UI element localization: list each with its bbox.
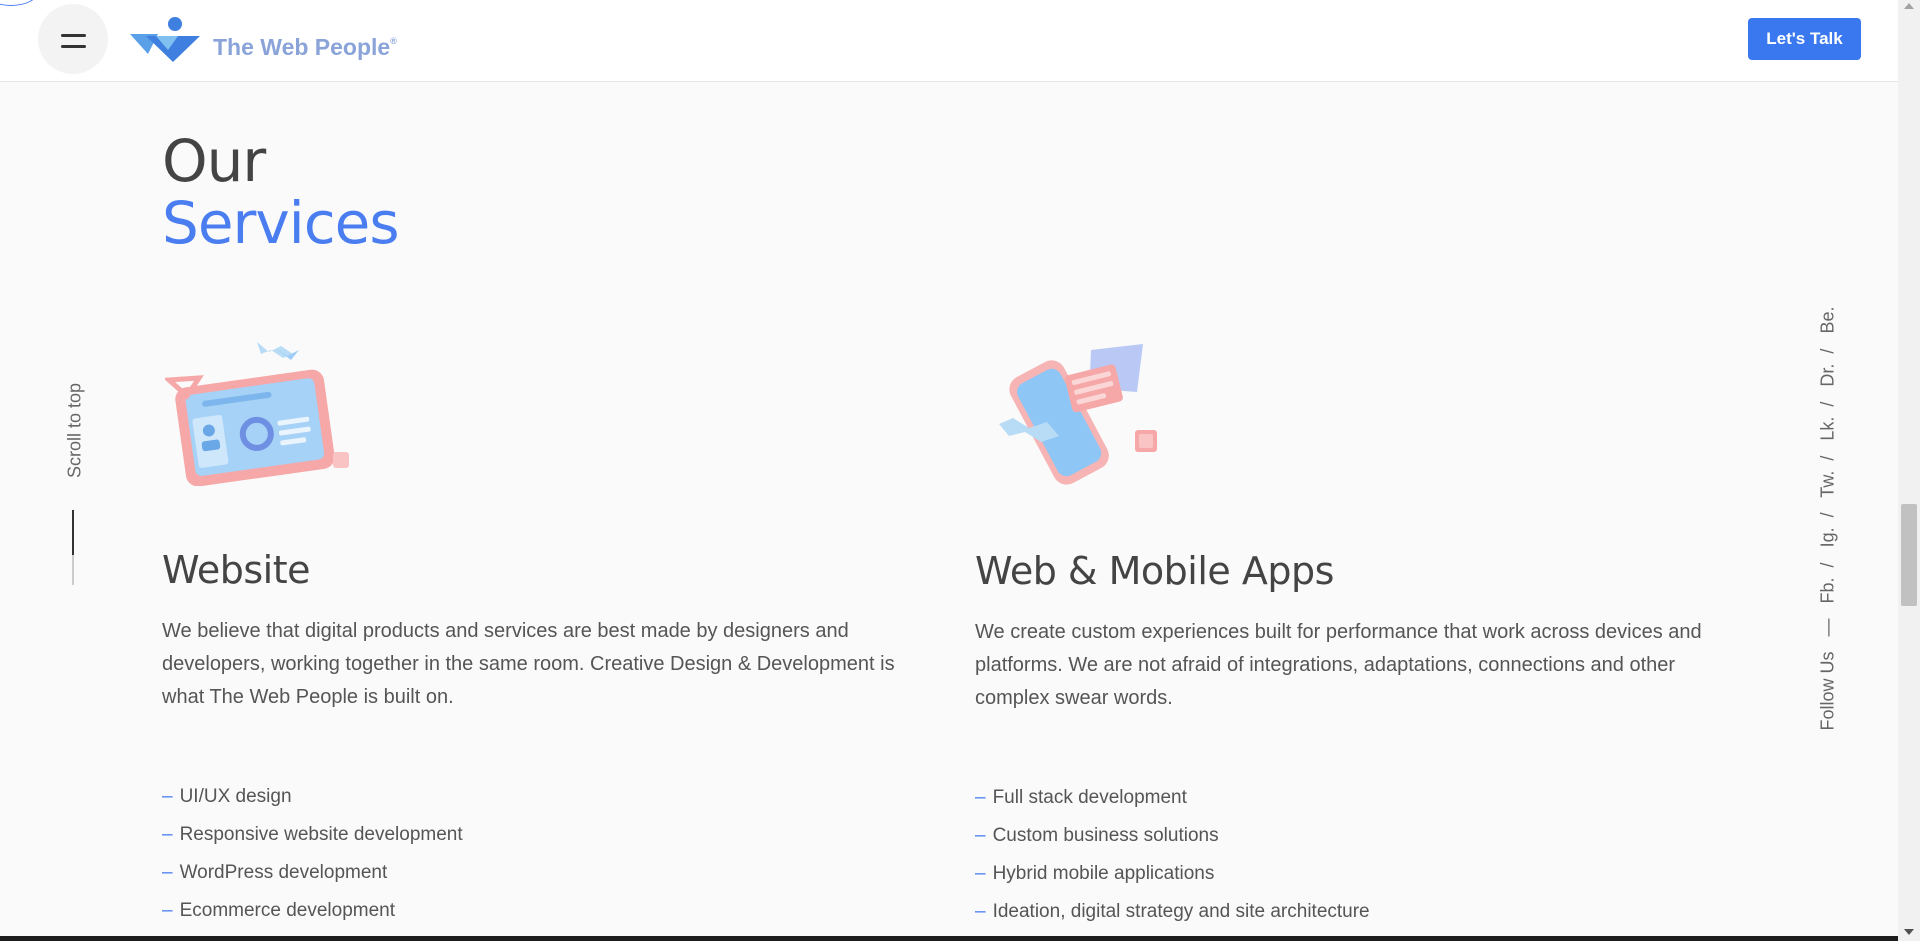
- menu-button[interactable]: [38, 4, 108, 74]
- list-item-text: WordPress development: [179, 862, 388, 883]
- social-separator: /: [1817, 512, 1838, 518]
- service-title-apps: Web & Mobile Apps: [975, 549, 1334, 593]
- brand-logo-icon: [130, 17, 200, 62]
- list-dash: –: [975, 901, 986, 922]
- social-separator: /: [1817, 562, 1838, 568]
- service-description-website: We believe that digital products and ser…: [162, 620, 895, 708]
- service-title-website: Website: [162, 548, 310, 592]
- list-dash: –: [162, 786, 173, 807]
- list-dash: –: [162, 862, 173, 883]
- section-title-line2: Services: [162, 189, 400, 257]
- list-item: – Full stack development: [975, 779, 1370, 817]
- list-item: – Responsive website development: [162, 816, 463, 854]
- site-header: The Web People® Let's Talk: [0, 0, 1898, 82]
- social-link-be[interactable]: Be.: [1818, 307, 1838, 334]
- registered-mark: ®: [390, 36, 397, 47]
- scrollbar-thumb[interactable]: [1901, 504, 1917, 606]
- social-link-fb[interactable]: Fb.: [1818, 577, 1838, 603]
- brand-name: The Web People®: [213, 34, 397, 61]
- list-item: – Ecommerce development: [162, 892, 463, 930]
- website-illustration: [165, 342, 349, 486]
- lets-talk-button[interactable]: Let's Talk: [1748, 18, 1861, 60]
- follow-us-label: Follow Us: [1817, 651, 1838, 731]
- follow-us-dash: —: [1817, 618, 1838, 637]
- mobile-app-illustration: [999, 344, 1157, 485]
- social-separator: /: [1817, 401, 1838, 407]
- list-item-text: UI/UX design: [179, 786, 292, 807]
- social-link-lk[interactable]: Lk.: [1818, 417, 1838, 441]
- list-dash: –: [975, 787, 986, 808]
- list-dash: –: [162, 824, 173, 845]
- list-item: – UI/UX design: [162, 778, 463, 816]
- social-links-row: Follow Us — Fb. / Ig. / Tw. / Lk. / Dr. / Be.: [1810, 236, 1846, 731]
- service-list-website: – UI/UX design – Responsive website develo…: [162, 778, 463, 930]
- list-item: – Hybrid mobile applications: [975, 855, 1370, 893]
- list-item-text: Custom business solutions: [992, 825, 1219, 846]
- scroll-to-top-label: Scroll to top: [64, 382, 85, 479]
- menu-icon: [61, 34, 86, 37]
- cursor-ring: [0, 0, 38, 6]
- menu-icon-line: [61, 45, 86, 48]
- scroll-progress-line: [72, 510, 74, 555]
- bottom-edge-bar: [0, 936, 1898, 941]
- list-item-text: Full stack development: [992, 787, 1187, 808]
- service-list-apps: – Full stack development – Custom business…: [975, 779, 1370, 931]
- scroll-to-top-link[interactable]: Scroll to top: [60, 380, 90, 490]
- social-separator: /: [1817, 348, 1838, 354]
- list-dash: –: [162, 900, 173, 921]
- list-item-text: Ecommerce development: [179, 900, 396, 921]
- vertical-scrollbar[interactable]: [1898, 0, 1920, 941]
- service-description-apps: We create custom experiences built for p…: [975, 621, 1702, 709]
- section-title-line1: Our: [162, 127, 266, 195]
- list-item-text: Responsive website development: [179, 824, 463, 845]
- social-links: Follow Us — Fb. / Ig. / Tw. / Lk. / Dr. / Be.: [1810, 235, 1846, 731]
- list-item-text: Hybrid mobile applications: [992, 863, 1215, 884]
- list-dash: –: [975, 825, 986, 846]
- brand-logo[interactable]: The Web People®: [128, 14, 408, 66]
- social-link-ig[interactable]: Ig.: [1818, 527, 1838, 547]
- list-item: – Ideation, digital strategy and site arc…: [975, 893, 1370, 931]
- scroll-up-arrow-icon[interactable]: [1904, 3, 1914, 9]
- list-dash: –: [975, 863, 986, 884]
- social-link-dr[interactable]: Dr.: [1818, 364, 1838, 387]
- scroll-progress-track: [72, 555, 74, 585]
- scroll-down-arrow-icon[interactable]: [1904, 929, 1914, 935]
- list-item-text: Ideation, digital strategy and site arch…: [992, 901, 1370, 922]
- social-separator: /: [1817, 455, 1838, 461]
- list-item: – Custom business solutions: [975, 817, 1370, 855]
- brand-name-text: The Web People: [213, 34, 391, 60]
- list-item: – WordPress development: [162, 854, 463, 892]
- social-link-tw[interactable]: Tw.: [1818, 471, 1838, 498]
